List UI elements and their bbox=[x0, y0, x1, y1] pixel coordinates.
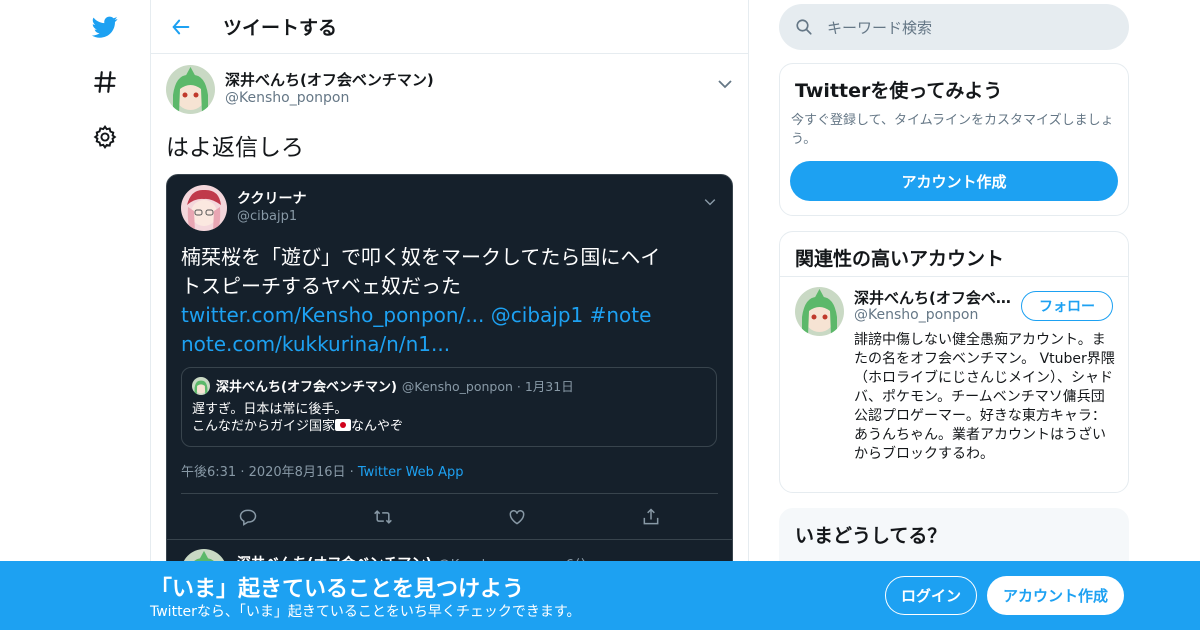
trends-title: いまどうしてる？ bbox=[795, 525, 947, 547]
embed-mention: @cibajp1 bbox=[490, 303, 584, 327]
embed-link: twitter.com/Kensho_ponpon/... bbox=[181, 303, 485, 327]
signup-banner: 「いま」起きていることを見つけよう Twitterなら、「いま」起きていることを… bbox=[0, 561, 1200, 630]
quote-display-name: 深井べんち(オフ会ベンチマン) bbox=[216, 380, 397, 395]
avatar bbox=[181, 185, 227, 231]
search-placeholder: キーワード検索 bbox=[827, 18, 933, 37]
share-icon bbox=[643, 508, 659, 525]
page-header: ツイートする bbox=[151, 0, 748, 54]
signup-card: Twitterを使ってみよう 今すぐ登録して、タイムラインをカスタマイズしましょ… bbox=[779, 63, 1129, 216]
tweet-text: はよ返信しろ bbox=[166, 135, 304, 161]
quote-text-line: こんなだからガイジ国家 bbox=[192, 419, 336, 434]
search-icon bbox=[796, 19, 812, 35]
twitter-bird-icon[interactable] bbox=[88, 10, 122, 44]
tweet: 深井べんち(オフ会ベンチマン) @Kensho_ponpon はよ返信しろ クク… bbox=[151, 54, 748, 574]
embed-timestamp: 午後6:31 · 2020年8月16日 · Twitter Web App bbox=[181, 461, 463, 480]
embed-text: 楠栞桜を「遊び」で叩く奴をマークしてたら国にヘイ トスピーチするヤベェ奴だった … bbox=[181, 243, 721, 359]
banner-title: 「いま」起きていることを見つけよう bbox=[150, 577, 525, 602]
twitter-page: ツイートする 深井べんち(オフ会ベンチマン) @Kensho_ponpon はよ… bbox=[0, 0, 1200, 630]
arrow-left-icon bbox=[172, 19, 190, 34]
quote-text-line: 遅すぎ。日本は常に後手。 bbox=[192, 402, 348, 417]
quote-meta: @Kensho_ponpon · 1月31日 bbox=[401, 379, 574, 394]
japan-flag-icon bbox=[335, 419, 352, 431]
main-column: ツイートする 深井べんち(オフ会ベンチマン) @Kensho_ponpon はよ… bbox=[150, 0, 749, 630]
embed-hashtag: #note bbox=[589, 303, 652, 327]
tweet-header: 深井べんち(オフ会ベンチマン) @Kensho_ponpon bbox=[166, 64, 733, 114]
related-accounts-card: 関連性の高いアカウント 深井べんち(オフ会ベンチマン) @Kensho_ponp… bbox=[779, 231, 1129, 493]
embed-text-line: 楠栞桜を「遊び」で叩く奴をマークしてたら国にヘイ bbox=[181, 245, 661, 269]
avatar[interactable] bbox=[166, 64, 215, 114]
chevron-down-icon bbox=[704, 191, 716, 210]
avatar bbox=[192, 376, 210, 395]
embed-username: @cibajp1 bbox=[237, 208, 298, 224]
left-nav bbox=[0, 0, 150, 630]
divider bbox=[181, 493, 718, 494]
source-link: Twitter Web App bbox=[357, 465, 464, 480]
follow-button[interactable]: フォロー bbox=[1021, 291, 1113, 321]
author-display-name[interactable]: 深井べんち(オフ会ベンチマン) bbox=[225, 71, 434, 90]
divider bbox=[167, 539, 732, 540]
search-input[interactable]: キーワード検索 bbox=[779, 4, 1129, 50]
related-accounts-title: 関連性の高いアカウント bbox=[780, 232, 1128, 277]
embed-actions bbox=[181, 503, 718, 531]
banner-subtitle: Twitterなら、「いま」起きていることをいち早くチェックできます。 bbox=[150, 604, 581, 620]
banner-signup-button[interactable]: アカウント作成 bbox=[987, 576, 1124, 615]
page-title: ツイートする bbox=[223, 17, 338, 39]
back-button[interactable] bbox=[151, 0, 211, 54]
embed-text-line: トスピーチするヤベェ奴だった bbox=[181, 274, 461, 298]
create-account-button[interactable]: アカウント作成 bbox=[790, 161, 1118, 201]
quoted-tweet: 深井べんち(オフ会ベンチマン) @Kensho_ponpon · 1月31日 遅… bbox=[181, 367, 717, 447]
reply-icon bbox=[239, 509, 257, 526]
related-username[interactable]: @Kensho_ponpon bbox=[854, 307, 978, 323]
quote-text-line: なんやぞ bbox=[351, 419, 404, 434]
embed-display-name: ククリーナ bbox=[237, 191, 307, 208]
embed-link: note.com/kukkurina/n/n1... bbox=[181, 332, 451, 356]
retweet-icon bbox=[373, 510, 392, 524]
signup-card-description: 今すぐ登録して、タイムラインをカスタマイズしましょう。 bbox=[791, 113, 1114, 147]
signup-card-title: Twitterを使ってみよう bbox=[795, 80, 1003, 102]
avatar[interactable] bbox=[795, 287, 844, 336]
login-button[interactable]: ログイン bbox=[885, 576, 977, 615]
timestamp-text: 午後6:31 · 2020年8月16日 · bbox=[181, 465, 358, 480]
author-username[interactable]: @Kensho_ponpon bbox=[225, 90, 434, 108]
related-bio: 誹謗中傷しない健全愚痴アカウント。またの名をオフ会ベンチマン。 Vtuber界隈… bbox=[854, 332, 1115, 462]
heart-icon bbox=[509, 509, 525, 525]
hashtag-icon[interactable] bbox=[88, 65, 122, 99]
tweet-image[interactable]: ククリーナ @cibajp1 楠栞桜を「遊び」で叩く奴をマークしてたら国にヘイ … bbox=[166, 174, 733, 574]
gear-icon[interactable] bbox=[88, 120, 122, 154]
related-display-name[interactable]: 深井べんち(オフ会ベンチマン) bbox=[854, 287, 1014, 308]
chevron-down-icon[interactable] bbox=[718, 74, 732, 93]
